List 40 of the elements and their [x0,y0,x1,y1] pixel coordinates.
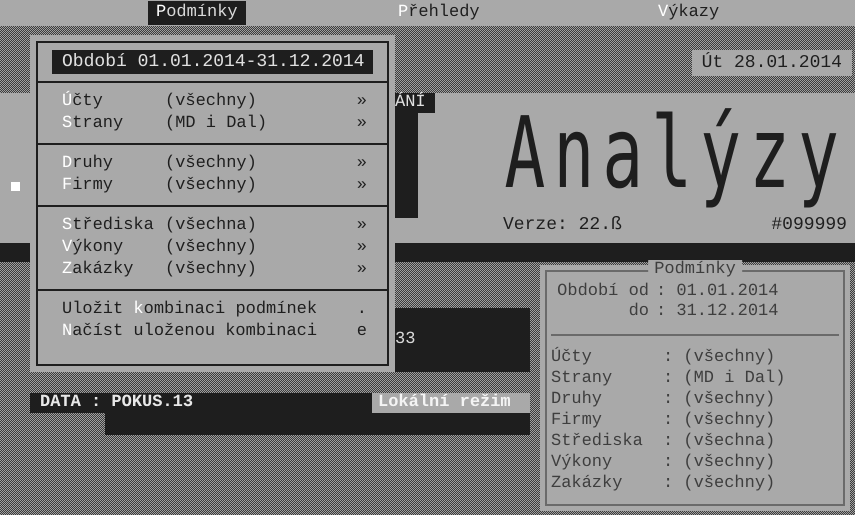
field-label: Účty [551,348,593,369]
box-text: 33 [395,330,416,350]
menu-item[interactable]: Firmy (všechny) » [38,175,387,197]
field-value: : (všechny) [663,453,776,474]
field-value: : (všechna) [663,432,776,453]
field-label: Strany [551,369,614,390]
menu-item[interactable]: Načíst uloženou kombinaci e [38,321,387,343]
field-value: : (všechny) [663,411,776,432]
menu-bar-item[interactable]: Podmínky [148,1,246,25]
field-label: Období od [556,282,650,302]
data-file-label: DATA : POKUS.13 [30,393,372,413]
version-text: Verze: 22.ß [503,215,622,237]
square-marker-icon [10,182,20,190]
field-label: Firmy [551,411,604,432]
field-value: : (MD i Dal) [663,369,786,390]
field-label: Druhy [551,390,604,411]
field-value: : 01.01.2014 [656,282,778,302]
menu-item[interactable]: Střediska (všechna) » [38,215,387,237]
mode-indicator: Lokální režim [372,393,530,413]
menu-bar-item[interactable]: Výkazy [650,1,728,25]
field-value: : (všechny) [663,390,776,411]
menu-item[interactable]: Druhy (všechny) » [38,153,387,175]
menu-item[interactable]: Účty (všechny) » [38,91,387,113]
section-label: ÁNÍ [395,93,435,113]
field-value: : 31.12.2014 [656,302,778,322]
field-label: Střediska [551,432,644,453]
date-display: Út 28.01.2014 [692,50,852,76]
field-value: : (všechny) [663,474,776,495]
period-heading[interactable]: Období 01.01.2014-31.12.2014 [52,50,373,74]
menu-item[interactable]: Výkony (všechny) » [38,237,387,259]
app-title: Analýzy [504,97,847,213]
field-label: do [628,302,650,322]
field-label: Výkony [551,453,614,474]
field-value: : (všechny) [663,348,776,369]
serial-number: #099999 [771,215,847,237]
menu-item[interactable]: Zakázky (všechny) » [38,259,387,281]
menu-bar-item[interactable]: Přehledy [390,1,488,25]
menu-item[interactable]: Strany (MD i Dal) » [38,113,387,135]
field-label: Zakázky [551,474,624,495]
menu-item[interactable]: Uložit kombinaci podmínek . [38,299,387,321]
